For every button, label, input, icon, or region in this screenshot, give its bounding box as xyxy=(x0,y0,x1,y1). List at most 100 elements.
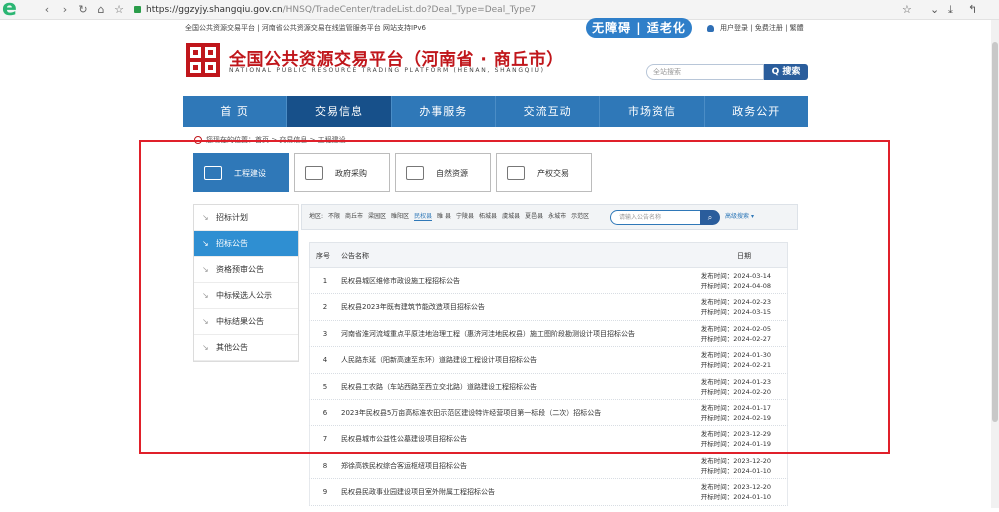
header-no: 序号 xyxy=(316,252,330,260)
row-dates: 发布时间：2024-03-14 开标时间：2024-04-08 xyxy=(701,271,771,291)
building-icon xyxy=(204,166,222,180)
region-option[interactable]: 梁园区 xyxy=(368,213,386,220)
row-dates: 发布时间：2024-02-23 开标时间：2024-03-15 xyxy=(701,297,771,317)
table-row[interactable]: 3 河南省淮河流域重点平原洼地治理工程（惠济河洼地民权县）施工图阶段勘测设计项目招… xyxy=(309,320,788,348)
publish-date: 发布时间：2024-01-30 xyxy=(700,351,771,360)
open-date: 开标时间：2024-02-21 xyxy=(700,361,771,370)
sidebar-item-label: 其他公告 xyxy=(216,343,248,352)
table-row[interactable]: 1 民权县城区维修市政设施工程招标公告 发布时间：2024-03-14 开标时间：20… xyxy=(309,268,788,295)
menu-chevron-icon[interactable]: ⌄ xyxy=(930,3,939,17)
category-label: 产权交易 xyxy=(537,169,569,178)
region-option[interactable]: 不限 xyxy=(328,213,340,220)
sidebar-item-candidates[interactable]: ↘ 中标候选人公示 xyxy=(194,283,298,309)
sidebar-item-results[interactable]: ↘ 中标结果公告 xyxy=(194,309,298,335)
scrollbar-thumb[interactable] xyxy=(992,42,998,422)
user-links: 用户登录 | 免费注册 | 繁體 xyxy=(707,21,804,35)
table-row[interactable]: 6 2023年民权县5万亩高标准农田示范区建设特许经营项目第一标段（二次）招标公告… xyxy=(309,399,788,427)
site-search-input[interactable]: 全站搜索 xyxy=(646,64,764,80)
nav-home[interactable]: 首 页 xyxy=(183,96,288,127)
region-option[interactable]: 永城市 xyxy=(548,213,566,220)
traditional-chinese-link[interactable]: 繁體 xyxy=(790,24,804,32)
breadcrumb-text[interactable]: 您现在的位置：首页 > 交易信息 > 工程建设 xyxy=(206,136,346,144)
breadcrumb: 您现在的位置：首页 > 交易信息 > 工程建设 xyxy=(194,135,346,145)
register-link[interactable]: 免费注册 xyxy=(755,24,783,32)
table-row[interactable]: 2 民权县2023年既有建筑节能改造项目招标公告 发布时间：2024-02-23 开标… xyxy=(309,294,788,321)
region-list: 地区: 不限 商丘市 梁园区 睢阳区 民权县睢 县宁陵县 柘城县 虞城县 夏邑县 永城市 示范区 xyxy=(309,205,594,229)
open-date: 开标时间：2024-02-19 xyxy=(700,413,771,422)
login-link[interactable]: 用户登录 xyxy=(720,24,748,32)
forward-icon[interactable]: › xyxy=(58,3,72,17)
publish-date: 发布时间：2024-02-23 xyxy=(700,298,771,307)
site-search-button[interactable]: Q 搜索 xyxy=(764,64,808,80)
notice-title-link[interactable]: 河南省淮河流域重点平原洼地治理工程（惠济河洼地民权县）施工图阶段勘测设计项目招标… xyxy=(341,321,635,347)
download-icon[interactable]: ⤓ xyxy=(948,3,953,17)
mountain-icon xyxy=(406,166,424,180)
table-row[interactable]: 8 郑徐高铁民权综合客运枢纽项目招标公告 发布时间：2023-12-20 开标时间：2… xyxy=(309,452,788,480)
region-option-selected[interactable]: 民权县 xyxy=(414,213,433,221)
region-option[interactable]: 商丘市 xyxy=(345,213,363,220)
row-dates: 发布时间：2023-12-20 开标时间：2024-01-10 xyxy=(701,482,771,502)
sidebar-item-other[interactable]: ↘ 其他公告 xyxy=(194,335,298,361)
location-pin-icon xyxy=(194,136,202,144)
notice-title-link[interactable]: 郑徐高铁民权综合客运枢纽项目招标公告 xyxy=(341,453,467,479)
notice-title-link[interactable]: 2023年民权县5万亩高标准农田示范区建设特许经营项目第一标段（二次）招标公告 xyxy=(341,400,601,426)
sidebar-item-bid-plan[interactable]: ↘ 招标计划 xyxy=(194,205,298,231)
category-label: 自然资源 xyxy=(436,169,468,178)
category-property-rights[interactable]: 产权交易 xyxy=(496,153,592,192)
search-icon[interactable]: ⌕ xyxy=(700,210,720,225)
table-row[interactable]: 9 民权县民政事业园建设项目室外附属工程招标公告 发布时间：2023-12-20 开标… xyxy=(309,479,788,506)
lock-icon xyxy=(134,6,141,13)
accessibility-button[interactable]: 无障碍 | 适老化 xyxy=(586,18,692,38)
bookmark-star-icon[interactable]: ☆ xyxy=(112,3,126,17)
advanced-search-link[interactable]: 高级搜索 ▾ xyxy=(725,205,754,229)
notice-title-link[interactable]: 民权县民政事业园建设项目室外附属工程招标公告 xyxy=(341,479,495,505)
row-number: 5 xyxy=(322,382,328,391)
nav-gov-affairs[interactable]: 政务公开 xyxy=(705,96,808,127)
sidebar-item-prequalification[interactable]: ↘ 资格预审公告 xyxy=(194,257,298,283)
home-icon[interactable]: ⌂ xyxy=(94,3,108,17)
nav-market-credit[interactable]: 市场资信 xyxy=(600,96,705,127)
region-option[interactable]: 睢阳区 xyxy=(391,213,409,220)
document-icon xyxy=(507,166,525,180)
category-natural-resources[interactable]: 自然资源 xyxy=(395,153,491,192)
notice-title-link[interactable]: 民权县城市公益性公墓建设项目招标公告 xyxy=(341,426,467,452)
open-date: 开标时间：2024-01-10 xyxy=(700,493,771,502)
nav-interaction[interactable]: 交流互动 xyxy=(496,96,601,127)
region-option[interactable]: 睢 县 xyxy=(437,213,451,220)
address-bar[interactable]: https://ggzyjy.shangqiu.gov.cn/HNSQ/Trad… xyxy=(134,2,894,18)
back-icon[interactable]: ‹ xyxy=(40,3,54,17)
row-number: 3 xyxy=(322,329,328,338)
reload-icon[interactable]: ↻ xyxy=(76,3,90,17)
table-row[interactable]: 5 民权县工农路（车站西路至西立交北路）道路建设工程招标公告 发布时间：2024-0… xyxy=(309,373,788,400)
category-label: 政府采购 xyxy=(335,169,367,178)
category-gov-procurement[interactable]: 政府采购 xyxy=(294,153,390,192)
favorite-icon[interactable]: ☆ xyxy=(902,3,912,17)
notice-title-link[interactable]: 人民路东延（阳新高速至东环）道路建设工程设计项目招标公告 xyxy=(341,347,537,373)
nav-trade-info[interactable]: 交易信息 xyxy=(287,96,392,127)
publish-date: 发布时间：2023-12-29 xyxy=(700,430,771,439)
notice-search-input[interactable]: 请输入公告名称 xyxy=(610,210,702,225)
undo-icon[interactable]: ↰ xyxy=(968,3,977,17)
nav-services[interactable]: 办事服务 xyxy=(392,96,496,127)
table-row[interactable]: 7 民权县城市公益性公墓建设项目招标公告 发布时间：2023-12-29 开标时间：2… xyxy=(309,426,788,453)
page-scrollbar[interactable] xyxy=(991,20,999,508)
open-date: 开标时间：2024-04-08 xyxy=(700,282,771,290)
sidebar: ↘ 招标计划 ↘ 招标公告 ↘ 资格预审公告 ↘ 中标候选人公示 ↘ 中标结果公告 ↘ 其他… xyxy=(193,204,299,362)
url-host: https://ggzyjy.shangqiu.gov.cn xyxy=(146,5,283,15)
sidebar-item-bid-notice[interactable]: ↘ 招标公告 xyxy=(194,231,298,257)
notice-title-link[interactable]: 民权县工农路（车站西路至西立交北路）道路建设工程招标公告 xyxy=(341,374,537,400)
sidebar-item-label: 中标候选人公示 xyxy=(216,291,272,300)
category-construction[interactable]: 工程建设 xyxy=(193,153,289,192)
notice-title-link[interactable]: 民权县城区维修市政设施工程招标公告 xyxy=(341,268,460,294)
notice-title-link[interactable]: 民权县2023年既有建筑节能改造项目招标公告 xyxy=(341,294,485,320)
region-option[interactable]: 示范区 xyxy=(571,213,589,220)
region-filter-bar: 地区: 不限 商丘市 梁园区 睢阳区 民权县睢 县宁陵县 柘城县 虞城县 夏邑县 永城市 示范区 请… xyxy=(301,204,798,230)
table-row[interactable]: 4 人民路东延（阳新高速至东环）道路建设工程设计项目招标公告 发布时间：2024-0… xyxy=(309,347,788,374)
region-option[interactable]: 虞城县 xyxy=(502,213,520,220)
region-option[interactable]: 夏邑县 xyxy=(525,213,543,220)
url-path: /HNSQ/TradeCenter/tradeList.do?Deal_Type… xyxy=(282,5,537,15)
region-option[interactable]: 宁陵县 xyxy=(456,213,474,220)
region-option[interactable]: 柘城县 xyxy=(479,213,497,220)
browser-toolbar: e ‹ › ↻ ⌂ ☆ https://ggzyjy.shangqiu.gov.… xyxy=(0,0,999,20)
chevron-down-icon: ▾ xyxy=(750,213,754,220)
